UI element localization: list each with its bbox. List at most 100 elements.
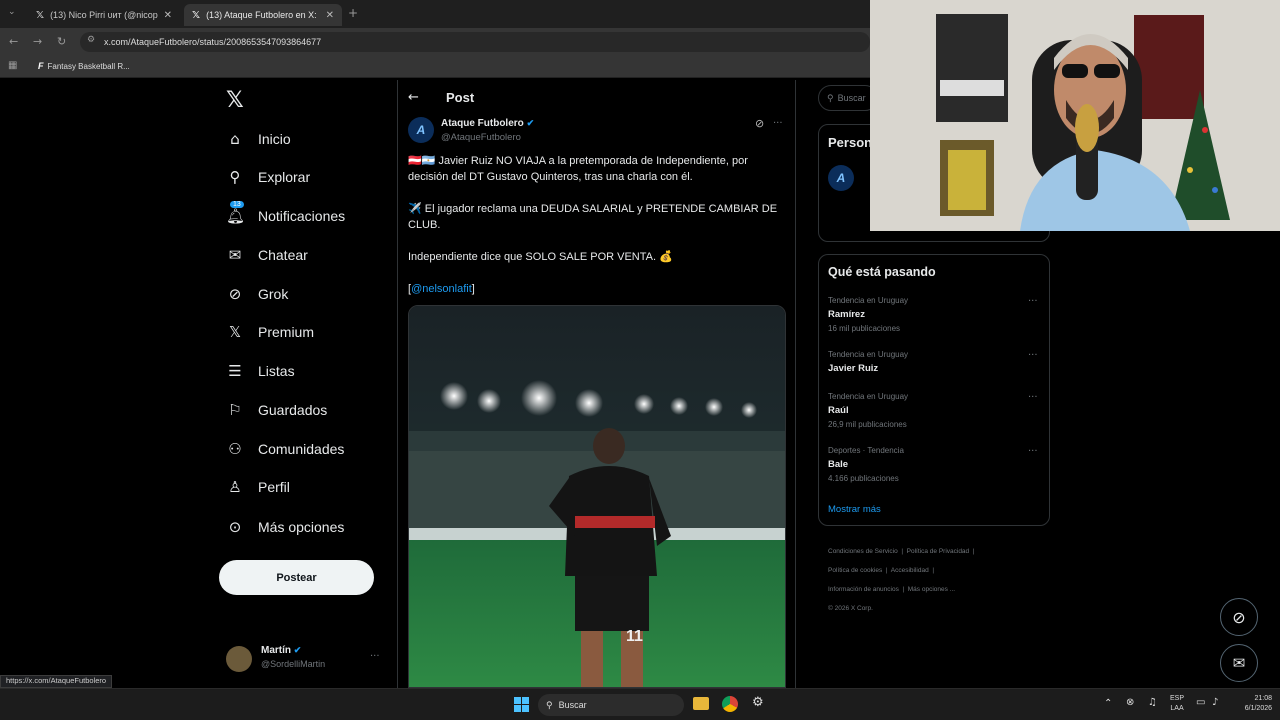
more-icon[interactable]: ··· (1028, 392, 1038, 403)
file-explorer-icon[interactable] (693, 697, 709, 710)
sidebar-item-explorar[interactable]: ⚲ Explorar (226, 162, 311, 192)
clock[interactable]: 21:08 6/1/2026 (1232, 694, 1272, 714)
sidebar-item-label: Comunidades (258, 441, 345, 457)
account-name-text: Martín (261, 645, 291, 656)
sidebar-item-label: Listas (258, 363, 295, 379)
post-media-image[interactable]: 11 (408, 305, 786, 688)
trend-count: 4.166 publicaciones (828, 474, 899, 483)
trend-item[interactable]: Deportes · Tendencia Bale 4.166 publicac… (828, 446, 1042, 483)
verified-icon: ✔ (526, 118, 535, 128)
trend-meta: Tendencia en Uruguay (828, 392, 909, 401)
account-switcher[interactable]: Martín ✔ @SordelliMartin ··· (226, 643, 386, 675)
grok-floating-button[interactable]: ⊘ (1220, 598, 1258, 636)
sidebar-item-label: Chatear (258, 247, 308, 263)
network-icon[interactable]: ⊗ (1126, 697, 1134, 708)
close-tab-icon[interactable]: ✕ (164, 10, 172, 21)
sidebar-item-mas-opciones[interactable]: ⊙ Más opciones (226, 512, 345, 542)
tweet-paragraph-1: 🇦🇹🇦🇷 Javier Ruiz NO VIAJA a la pretempor… (408, 155, 748, 183)
more-icon[interactable]: ··· (1028, 296, 1038, 307)
author-handle[interactable]: @AtaqueFutbolero (441, 132, 521, 143)
tweet-mention-line: [@nelsonlafit] (408, 281, 475, 297)
mention-link[interactable]: @nelsonlafit (411, 283, 472, 295)
grok-icon: ⊘ (1232, 607, 1246, 627)
back-arrow-icon[interactable]: ← (408, 90, 419, 105)
account-name: Martín ✔ (261, 645, 301, 656)
footer-link-terms[interactable]: Condiciones de Servicio (828, 548, 898, 555)
reload-icon[interactable]: ↻ (57, 35, 66, 48)
trend-name: Bale (828, 459, 849, 470)
trend-name: Ramírez (828, 309, 865, 320)
trend-item[interactable]: Tendencia en Uruguay Raúl 26,9 mil publi… (828, 392, 1042, 429)
mic-icon[interactable]: ♫ (1148, 697, 1157, 708)
suggested-avatar[interactable]: A (828, 165, 854, 191)
bookmark-fantasy[interactable]: F Fantasy Basketball R... (38, 61, 130, 71)
sidebar-item-label: Premium (258, 324, 315, 340)
x-logo-icon: 𝕏 (36, 9, 45, 21)
close-tab-icon[interactable]: ✕ (326, 10, 334, 21)
footer-link-cookies[interactable]: Política de cookies (828, 567, 882, 574)
webcam-overlay (870, 0, 1280, 231)
bookmarks-bar: ▦ F Fantasy Basketball R... (0, 56, 870, 78)
more-icon[interactable]: ··· (370, 651, 380, 662)
language-indicator[interactable]: ESP LAA (1170, 694, 1184, 714)
sidebar-item-premium[interactable]: 𝕏 Premium (226, 317, 314, 347)
apps-grid-icon[interactable]: ▦ (8, 60, 17, 71)
search-icon: ⚲ (827, 92, 834, 103)
sidebar-item-label: Perfil (258, 479, 290, 495)
app-icon[interactable]: ⚙ (752, 695, 764, 710)
taskbar-search-input[interactable]: ⚲ Buscar (538, 694, 684, 716)
x-home-logo-icon[interactable]: 𝕏 (226, 88, 244, 113)
start-tile (514, 697, 521, 704)
bracket-close: ] (471, 283, 475, 295)
sidebar-item-comunidades[interactable]: ⚇ Comunidades (226, 434, 344, 464)
more-icon[interactable]: ··· (1028, 446, 1038, 457)
browser-tab-bar: ⌄ 𝕏 (13) Nico Pirri ᴜᴎᴛ (@nicopirri) ✕ 𝕏… (0, 0, 870, 28)
search-input[interactable]: ⚲ Buscar (818, 85, 878, 111)
sidebar-item-inicio[interactable]: ⌂ Inicio (226, 124, 291, 154)
chevron-up-icon[interactable]: ⌃ (1104, 698, 1112, 709)
footer-link-accessibility[interactable]: Accesibilidad (891, 567, 929, 574)
sidebar-item-label: Inicio (258, 131, 291, 147)
sidebar-item-perfil[interactable]: ♙ Perfil (226, 472, 290, 502)
new-tab-icon[interactable]: + (348, 6, 358, 20)
forward-icon[interactable]: → (33, 35, 42, 48)
tab-search-icon[interactable]: ⌄ (8, 7, 16, 17)
bell-icon: 🔔︎ 13 (226, 201, 246, 225)
sidebar-item-grok[interactable]: ⊘ Grok (226, 279, 289, 309)
trending-title: Qué está pasando (828, 265, 936, 279)
site-info-icon[interactable]: ⚙ (87, 35, 95, 45)
sidebar-item-guardados[interactable]: ⚐ Guardados (226, 395, 327, 425)
grok-explain-icon[interactable]: ⊘ (755, 117, 764, 130)
more-icon[interactable]: ··· (1028, 350, 1038, 361)
footer-links: Condiciones de Servicio | Política de Pr… (828, 548, 975, 612)
tab-nico-pirri[interactable]: 𝕏 (13) Nico Pirri ᴜᴎᴛ (@nicopirri) ✕ (28, 4, 180, 26)
footer-link-privacy[interactable]: Política de Privacidad (907, 548, 970, 555)
post-button[interactable]: Postear (219, 560, 374, 595)
post-column: ← Post A Ataque Futbolero ✔ @AtaqueFutbo… (397, 80, 796, 688)
tab-title: (13) Ataque Futbolero en X: " (206, 10, 319, 20)
footer-link-more[interactable]: Más opciones ... (908, 586, 955, 593)
show-more-link[interactable]: Mostrar más (828, 504, 881, 515)
clock-date: 6/1/2026 (1244, 705, 1272, 712)
trend-item[interactable]: Tendencia en Uruguay Javier Ruiz ··· (828, 350, 1042, 374)
address-bar[interactable]: ⚙ x.com/AtaqueFutbolero/status/200865354… (80, 32, 870, 52)
chrome-icon[interactable] (722, 696, 738, 712)
more-icon[interactable]: ··· (773, 118, 783, 129)
author-name[interactable]: Ataque Futbolero ✔ (441, 118, 534, 129)
sidebar-item-chatear[interactable]: ✉ Chatear (226, 240, 308, 270)
volume-icon[interactable]: ♪ (1212, 697, 1218, 708)
person-icon: ♙ (228, 478, 242, 496)
mail-icon: ✉ (228, 246, 242, 264)
windows-start-icon[interactable] (514, 697, 529, 712)
back-icon[interactable]: ← (9, 35, 18, 48)
trend-item[interactable]: Tendencia en Uruguay Ramírez 16 mil publ… (828, 296, 1042, 333)
sidebar-item-listas[interactable]: ☰ Listas (226, 356, 295, 386)
link-status-bar: https://x.com/AtaqueFutbolero (0, 675, 113, 688)
tab-ataque-futbolero[interactable]: 𝕏 (13) Ataque Futbolero en X: " ✕ (184, 4, 342, 26)
messages-floating-button[interactable]: ✉ (1220, 644, 1258, 682)
display-icon[interactable]: ▭ (1196, 697, 1205, 708)
sidebar-item-notificaciones[interactable]: 🔔︎ 13 Notificaciones (226, 201, 345, 231)
author-avatar[interactable]: A (408, 117, 434, 143)
footer-link-ads-info[interactable]: Información de anuncios (828, 586, 899, 593)
stadium-photo: 11 (409, 306, 785, 687)
